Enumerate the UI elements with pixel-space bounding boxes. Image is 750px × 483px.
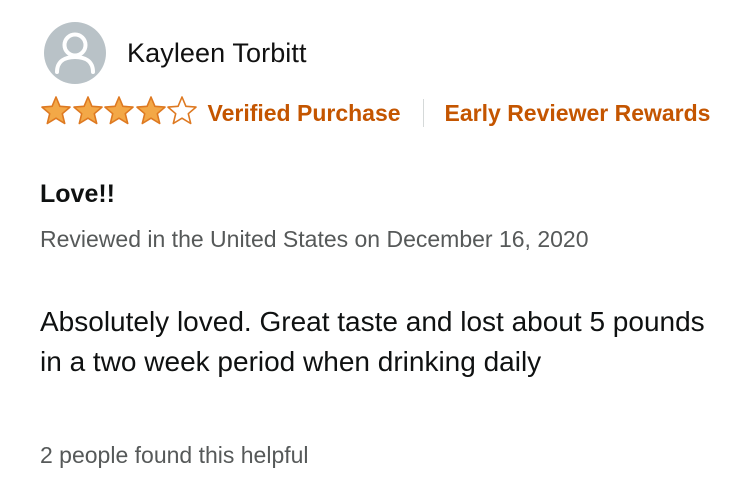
review-body: Absolutely loved. Great taste and lost a… — [40, 306, 705, 377]
review-title: Love!! — [40, 180, 115, 208]
early-reviewer-rewards-badge[interactable]: Early Reviewer Rewards — [445, 100, 711, 126]
reviewer-name[interactable]: Kayleen Torbitt — [127, 38, 307, 69]
star-filled-icon — [135, 95, 167, 125]
badge-divider — [422, 99, 424, 127]
review-date: Reviewed in the United States on Decembe… — [40, 226, 589, 252]
star-rating[interactable] — [40, 95, 198, 137]
star-filled-icon — [40, 95, 72, 125]
verified-purchase-badge[interactable]: Verified Purchase — [208, 100, 401, 126]
star-filled-icon — [72, 95, 104, 125]
helpful-count: 2 people found this helpful — [40, 442, 309, 468]
star-empty-icon — [166, 95, 198, 125]
rating-row: Verified Purchase Early Reviewer Rewards — [40, 94, 730, 137]
star-filled-icon — [103, 95, 135, 125]
default-user-icon[interactable] — [44, 22, 106, 84]
reviewer-profile[interactable]: Kayleen Torbitt — [44, 22, 307, 84]
review-card: Kayleen Torbitt Verified Purchase Early R… — [0, 0, 750, 483]
